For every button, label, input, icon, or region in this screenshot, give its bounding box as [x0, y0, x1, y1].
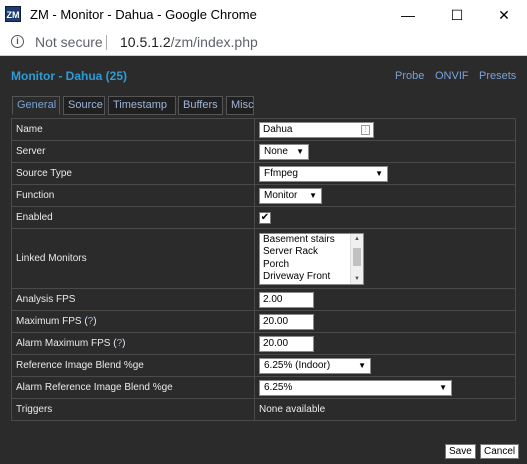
enabled-label: Enabled — [11, 206, 255, 229]
enabled-row: Enabled ✔ — [11, 206, 516, 229]
tab-timestamp[interactable]: Timestamp — [108, 96, 176, 115]
reference-blend-value: 6.25% (Indoor) — [264, 359, 331, 371]
alarm-reference-blend-row: Alarm Reference Image Blend %ge 6.25% ▼ — [11, 376, 516, 399]
name-cell: Dahua ⋮ — [254, 118, 516, 141]
alarm-reference-blend-cell: 6.25% ▼ — [254, 376, 516, 399]
maximize-button[interactable]: ☐ — [434, 0, 480, 30]
maximum-fps-input[interactable]: 20.00 — [259, 313, 314, 330]
reference-blend-row: Reference Image Blend %ge 6.25% (Indoor)… — [11, 354, 516, 377]
source-type-cell: Ffmpeg ▼ — [254, 162, 516, 185]
address-bar[interactable]: i Not secure 10.5.1.2/zm/index.php — [0, 30, 527, 56]
divider — [106, 35, 107, 50]
app-icon: ZM — [5, 6, 21, 22]
close-button[interactable]: ✕ — [481, 0, 527, 30]
presets-link[interactable]: Presets — [479, 70, 516, 82]
tab-general[interactable]: General — [12, 96, 60, 115]
source-type-row: Source Type Ffmpeg ▼ — [11, 162, 516, 185]
analysis-fps-cell: 2.00 — [254, 288, 516, 311]
alarm-reference-blend-select[interactable]: 6.25% ▼ — [259, 379, 452, 396]
function-cell: Monitor ▼ — [254, 184, 516, 207]
window-title: ZM - Monitor - Dahua - Google Chrome — [30, 7, 257, 22]
listbox-scrollbar[interactable]: ▲ ▼ — [350, 233, 363, 284]
alarm-reference-blend-label: Alarm Reference Image Blend %ge — [11, 376, 255, 399]
input-keyboard-icon: ⋮ — [361, 124, 370, 135]
function-row: Function Monitor ▼ — [11, 184, 516, 207]
url-text[interactable]: 10.5.1.2/zm/index.php — [120, 34, 258, 50]
linked-monitors-row: Linked Monitors Basement stairs Server R… — [11, 228, 516, 289]
chevron-down-icon: ▼ — [375, 168, 383, 178]
name-row: Name Dahua ⋮ — [11, 118, 516, 141]
tab-misc[interactable]: Misc — [226, 96, 254, 115]
reference-blend-cell: 6.25% (Indoor) ▼ — [254, 354, 516, 377]
alarm-reference-blend-value: 6.25% — [264, 381, 293, 393]
chevron-down-icon: ▼ — [439, 382, 447, 392]
list-item[interactable]: Basement stairs — [260, 234, 363, 247]
maximum-fps-label-cell: Maximum FPS (?) — [11, 310, 255, 333]
tab-buffers[interactable]: Buffers — [178, 96, 223, 115]
server-value: None — [264, 145, 288, 157]
save-button[interactable]: Save — [445, 444, 476, 459]
page-content: Monitor - Dahua (25) Probe ONVIF Presets… — [0, 56, 527, 464]
monitor-form: Name Dahua ⋮ Server None ▼ Source Type Ffm… — [11, 118, 516, 421]
scrollbar-thumb[interactable] — [353, 247, 361, 266]
analysis-fps-label: Analysis FPS — [11, 288, 255, 311]
enabled-cell: ✔ — [254, 206, 516, 229]
enabled-checkbox[interactable]: ✔ — [259, 211, 271, 224]
alarm-maximum-fps-label-cell: Alarm Maximum FPS (?) — [11, 332, 255, 355]
chevron-down-icon: ▼ — [309, 190, 317, 200]
function-label: Function — [11, 184, 255, 207]
maximum-fps-label-end: ) — [93, 316, 97, 327]
chevron-down-icon: ▼ — [358, 360, 366, 370]
scroll-down-icon[interactable]: ▼ — [351, 274, 363, 284]
name-input[interactable]: Dahua ⋮ — [259, 121, 374, 138]
alarm-maximum-fps-row: Alarm Maximum FPS (?) 20.00 — [11, 332, 516, 355]
url-path: /zm/index.php — [170, 34, 258, 50]
list-item[interactable]: Porch — [260, 259, 363, 272]
title-bar: ZM ZM - Monitor - Dahua - Google Chrome … — [0, 0, 527, 30]
list-item[interactable]: Server Rack — [260, 246, 363, 259]
security-label[interactable]: Not secure — [35, 34, 103, 50]
probe-link[interactable]: Probe — [395, 70, 424, 82]
minimize-button[interactable]: — — [385, 0, 431, 30]
function-value: Monitor — [264, 189, 298, 201]
reference-blend-label: Reference Image Blend %ge — [11, 354, 255, 377]
source-type-select[interactable]: Ffmpeg ▼ — [259, 165, 388, 182]
name-value: Dahua — [263, 123, 293, 135]
alarm-maximum-fps-cell: 20.00 — [254, 332, 516, 355]
onvif-link[interactable]: ONVIF — [435, 70, 469, 82]
function-select[interactable]: Monitor ▼ — [259, 187, 322, 204]
source-type-label: Source Type — [11, 162, 255, 185]
tab-source[interactable]: Source — [63, 96, 105, 115]
name-label: Name — [11, 118, 255, 141]
triggers-row: Triggers None available — [11, 398, 516, 421]
maximum-fps-label: Maximum FPS ( — [16, 316, 88, 327]
maximum-fps-row: Maximum FPS (?) 20.00 — [11, 310, 516, 333]
linked-monitors-label: Linked Monitors — [11, 228, 255, 289]
maximum-fps-cell: 20.00 — [254, 310, 516, 333]
chevron-down-icon: ▼ — [296, 146, 304, 156]
url-host: 10.5.1.2 — [120, 34, 171, 50]
source-type-value: Ffmpeg — [264, 167, 298, 179]
linked-monitors-cell: Basement stairs Server Rack Porch Drivew… — [254, 228, 516, 289]
analysis-fps-row: Analysis FPS 2.00 — [11, 288, 516, 311]
triggers-value: None available — [254, 398, 516, 421]
info-icon[interactable]: i — [11, 35, 24, 48]
scroll-up-icon[interactable]: ▲ — [351, 234, 363, 244]
server-row: Server None ▼ — [11, 140, 516, 163]
triggers-label: Triggers — [11, 398, 255, 421]
cancel-button[interactable]: Cancel — [480, 444, 520, 459]
server-select[interactable]: None ▼ — [259, 143, 309, 160]
alarm-maximum-fps-input[interactable]: 20.00 — [259, 335, 314, 352]
alarm-maximum-fps-label: Alarm Maximum FPS ( — [16, 338, 117, 349]
alarm-maximum-fps-label-end: ) — [122, 338, 126, 349]
analysis-fps-input[interactable]: 2.00 — [259, 291, 314, 308]
server-cell: None ▼ — [254, 140, 516, 163]
page-title: Monitor - Dahua (25) — [11, 69, 127, 83]
reference-blend-select[interactable]: 6.25% (Indoor) ▼ — [259, 357, 371, 374]
linked-monitors-listbox[interactable]: Basement stairs Server Rack Porch Drivew… — [259, 232, 364, 285]
server-label: Server — [11, 140, 255, 163]
list-item[interactable]: Driveway Front — [260, 271, 363, 284]
